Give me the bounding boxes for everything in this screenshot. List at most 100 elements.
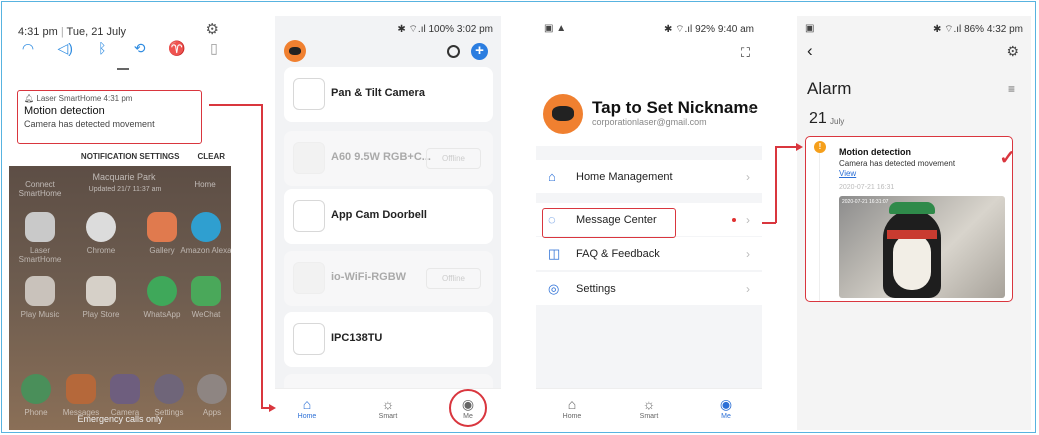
bluetooth-icon[interactable]: ᛒ xyxy=(91,40,113,57)
alarm-timestamp: 2020-07-21 16:31 xyxy=(839,184,895,191)
view-link[interactable]: View xyxy=(839,169,856,178)
me-highlight-circle xyxy=(449,389,487,427)
alarm-card[interactable]: ! Motion detection Camera has detected m… xyxy=(805,136,1016,302)
penguin-scarf xyxy=(887,230,937,239)
device-card[interactable]: Pan & Tilt Camera xyxy=(284,67,493,122)
wechat-app-icon[interactable] xyxy=(191,276,221,306)
penguin-hat xyxy=(889,202,935,214)
chevron-right-icon: › xyxy=(748,102,752,116)
chrome-app-icon[interactable] xyxy=(86,212,116,242)
home-screen: Connect SmartHome Macquarie Park Updated… xyxy=(9,166,231,430)
avatar[interactable] xyxy=(543,94,583,134)
settings-gear-icon[interactable]: ⚙ xyxy=(206,20,219,38)
menu-list: ⌂ Home Management › ◌ Message Center › ◫… xyxy=(536,146,762,390)
notification-actions: NOTIFICATION SETTINGS CLEAR xyxy=(81,152,225,161)
connector-line xyxy=(775,146,797,148)
tab-smart[interactable]: ☼ Smart xyxy=(368,395,408,420)
connector-line xyxy=(209,104,262,106)
app-home-panel: ✱ ⌔.ıl 100% 3:02 pm + Pan & Tilt Camera … xyxy=(275,16,501,430)
device-name: A60 9.5W RGB+C... xyxy=(331,151,431,163)
led-strip-icon xyxy=(293,262,325,294)
drag-handle[interactable] xyxy=(117,68,129,70)
date-month: July xyxy=(830,117,845,126)
camera-icon xyxy=(293,323,325,355)
motion-notification[interactable]: 🔔︎ Laser SmartHome 4:31 pm Motion detect… xyxy=(17,90,202,144)
menu-faq-feedback[interactable]: ◫ FAQ & Feedback › xyxy=(536,237,762,270)
alarm-snapshot-image[interactable]: 2020-07-21 16:31:07 xyxy=(839,196,1005,298)
play-store-app-icon[interactable] xyxy=(86,276,116,306)
scan-icon[interactable] xyxy=(447,45,460,58)
app-label-chrome: Chrome xyxy=(86,246,116,255)
app-label-amazon-alexa: Amazon Alexa xyxy=(180,246,231,255)
connector-line xyxy=(261,104,263,408)
menu-home-management[interactable]: ⌂ Home Management › xyxy=(536,160,762,193)
laser-smarthome-app-icon[interactable] xyxy=(25,212,55,242)
home-icon: ⌂ xyxy=(302,396,312,412)
chevron-right-icon: › xyxy=(746,247,750,261)
app-label-play-music: Play Music xyxy=(20,310,60,319)
snapshot-timestamp: 2020-07-21 16:31:07 xyxy=(842,199,889,205)
robot-logo-icon xyxy=(284,40,306,62)
message-center-highlight xyxy=(542,208,676,238)
device-card[interactable]: A60 9.5W RGB+C... Offline xyxy=(284,131,493,186)
menu-settings[interactable]: ◎ Settings › xyxy=(536,272,762,305)
notification-shade-panel: 4:31 pm | Tue, 21 July ⚙ ◠ ◁) ᛒ ⟲ ♈ ▯ 🔔︎… xyxy=(9,16,231,430)
play-music-app-icon[interactable] xyxy=(25,276,55,306)
apps-drawer-icon[interactable] xyxy=(197,374,227,404)
timeline-line xyxy=(819,153,820,301)
device-name: App Cam Doorbell xyxy=(331,209,427,221)
home-icon: ⌂ xyxy=(567,396,577,412)
status-bar: ✱ ⌔.ıl 100% 3:02 pm xyxy=(397,24,493,35)
device-name: Pan & Tilt Camera xyxy=(331,87,425,99)
connector-line xyxy=(775,146,777,223)
settings-gear-icon[interactable]: ⚙ xyxy=(1006,43,1019,60)
weather-widget-updated: Updated 21/7 11:37 am xyxy=(88,186,162,193)
rotate-icon[interactable]: ⟲ xyxy=(129,40,151,57)
messages-app-icon[interactable] xyxy=(66,374,96,404)
doorbell-icon xyxy=(293,200,325,232)
tab-home[interactable]: ⌂ Home xyxy=(552,395,592,420)
me-page-panel: ▣ ▲ ✱ ⌔.ıl 92% 9:40 am ⛶ Tap to Set Nick… xyxy=(536,16,762,430)
nickname-prompt[interactable]: Tap to Set Nickname xyxy=(592,98,758,118)
status-time: 4:31 pm xyxy=(18,26,58,38)
camera-app-icon[interactable] xyxy=(110,374,140,404)
camera-icon xyxy=(293,78,325,110)
unread-dot xyxy=(732,218,736,222)
device-card[interactable]: io-WiFi-RGBW Offline xyxy=(284,251,493,306)
book-icon: ◫ xyxy=(548,246,561,261)
tab-home[interactable]: ⌂ Home xyxy=(287,395,327,420)
status-bar: ✱ ⌔.ıl 86% 4:32 pm xyxy=(932,24,1023,35)
add-device-button[interactable]: + xyxy=(471,43,488,60)
tab-me[interactable]: ◉ Me xyxy=(706,395,746,420)
phone-app-icon[interactable] xyxy=(21,374,51,404)
notification-title: Motion detection xyxy=(24,105,105,117)
tab-smart[interactable]: ☼ Smart xyxy=(629,395,669,420)
wifi-icon[interactable]: ◠ xyxy=(17,40,39,57)
notification-settings-button[interactable]: NOTIFICATION SETTINGS xyxy=(81,152,180,161)
chevron-right-icon: › xyxy=(746,282,750,296)
device-card[interactable]: App Cam Doorbell xyxy=(284,189,493,244)
status-notification-icons: ▣ xyxy=(805,23,815,34)
home-top-right: Home xyxy=(194,180,216,189)
flashlight-icon[interactable]: ♈ xyxy=(166,40,188,57)
home-top-left: Connect SmartHome xyxy=(18,180,62,198)
weather-widget-title: Macquarie Park xyxy=(92,172,156,182)
tab-bar: ⌂ Home ☼ Smart ◉ Me xyxy=(536,388,762,430)
scan-icon[interactable]: ⛶ xyxy=(741,45,750,61)
filter-list-icon[interactable]: ≡ xyxy=(1008,82,1015,96)
alexa-app-icon[interactable] xyxy=(191,212,221,242)
app-label-laser-smarthome: Laser SmartHome xyxy=(18,246,62,264)
date-day: 21 xyxy=(809,110,827,127)
chevron-right-icon: › xyxy=(746,213,750,227)
device-card[interactable]: IPC138TU xyxy=(284,312,493,367)
back-arrow-icon[interactable]: ‹ xyxy=(807,41,813,61)
settings-app-icon[interactable] xyxy=(154,374,184,404)
battery-saver-icon[interactable]: ▯ xyxy=(203,40,225,57)
status-date: Tue, 21 July xyxy=(66,26,127,38)
clear-button[interactable]: CLEAR xyxy=(197,152,225,161)
sound-icon[interactable]: ◁) xyxy=(54,40,76,57)
whatsapp-app-icon[interactable] xyxy=(147,276,177,306)
offline-badge: Offline xyxy=(426,268,481,289)
chevron-right-icon: › xyxy=(746,170,750,184)
gallery-app-icon[interactable] xyxy=(147,212,177,242)
